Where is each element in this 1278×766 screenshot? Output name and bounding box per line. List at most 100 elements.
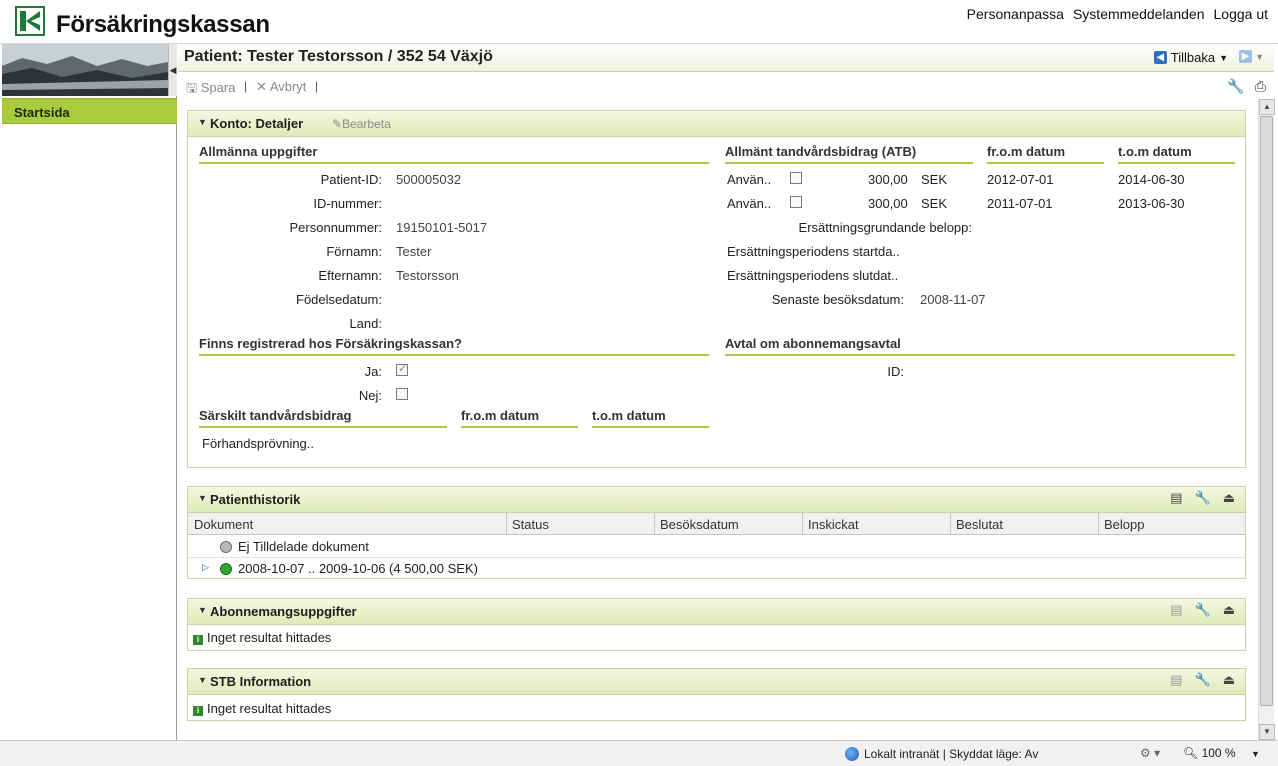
stb-info-panel: ▼ STB Information ▤ 🔧 ⏏ i Inget resultat … xyxy=(187,668,1246,721)
patient-id-label: Patient-ID: xyxy=(320,172,382,187)
wrench-icon[interactable]: 🔧 xyxy=(1195,672,1211,688)
scrollbar-thumb[interactable] xyxy=(1260,116,1273,706)
row-label: Ej Tilldelade dokument xyxy=(238,539,369,554)
column-header-visit-date[interactable]: Besöksdatum xyxy=(660,517,739,532)
scroll-down-arrow-icon[interactable]: ▼ xyxy=(1259,724,1275,740)
edit-button[interactable]: ✎Bearbeta xyxy=(332,117,391,131)
column-divider xyxy=(1098,513,1099,535)
column-header-decided[interactable]: Beslutat xyxy=(956,517,1003,532)
column-header-submitted[interactable]: Inskickat xyxy=(808,517,859,532)
collapse-up-icon[interactable]: ⏏ xyxy=(1223,672,1235,688)
vertical-scrollbar[interactable]: ▲ ▼ xyxy=(1258,99,1275,740)
last-visit-value: 2008-11-07 xyxy=(920,292,986,307)
no-result-message: i Inget resultat hittades xyxy=(193,630,331,645)
history-table-header: Dokument Status Besöksdatum Inskickat Be… xyxy=(188,513,1245,535)
collapse-caret-icon[interactable]: ▼ xyxy=(198,675,207,685)
expand-triangle-icon[interactable]: ▷ xyxy=(202,562,209,573)
country-label: Land: xyxy=(349,316,382,331)
atb-row-checkbox[interactable] xyxy=(790,172,802,184)
subscription-panel: ▼ Abonnemangsuppgifter ▤ 🔧 ⏏ i Inget resu… xyxy=(187,598,1246,651)
last-name-value: Testorsson xyxy=(396,268,459,283)
toolbar-divider: | xyxy=(315,79,319,93)
document-icon[interactable]: ▤ xyxy=(1170,490,1182,506)
last-name-label: Efternamn: xyxy=(318,268,382,283)
sidebar: ◀ Startsida xyxy=(2,44,177,740)
atb-row-from: 2012-07-01 xyxy=(987,172,1054,187)
collapse-caret-icon[interactable]: ▼ xyxy=(198,493,207,503)
top-links: Personanpassa Systemmeddelanden Logga ut xyxy=(967,6,1268,22)
registered-yes-label: Ja: xyxy=(364,364,382,379)
cancel-button[interactable]: ✕ Avbryt xyxy=(256,79,306,95)
back-button-label: Tillbaka xyxy=(1170,50,1216,65)
wrench-icon[interactable]: 🔧 xyxy=(1227,78,1244,95)
column-header-amount[interactable]: Belopp xyxy=(1104,517,1144,532)
logo-text: Försäkringskassan xyxy=(56,11,270,38)
subscription-id-label: ID: xyxy=(887,364,904,379)
scroll-up-arrow-icon[interactable]: ▲ xyxy=(1259,99,1275,115)
period-end-label: Ersättningsperiodens slutdat.. xyxy=(727,268,899,283)
chevron-down-icon[interactable]: ▼ xyxy=(1219,53,1228,63)
personal-number-label: Personnummer: xyxy=(289,220,382,235)
stb-from-heading: fr.o.m datum xyxy=(461,408,578,428)
magnifier-icon: 🔍︎ xyxy=(1183,746,1199,760)
history-panel-title: Patienthistorik xyxy=(210,492,301,507)
subscription-panel-header[interactable]: ▼ Abonnemangsuppgifter ▤ 🔧 ⏏ xyxy=(188,599,1245,625)
back-button[interactable]: ◀ Tillbaka ▼ xyxy=(1153,50,1228,65)
print-icon[interactable]: ⎙ xyxy=(1255,78,1266,95)
registered-no-label: Nej: xyxy=(358,388,382,403)
history-panel: ▼ Patienthistorik ▤ 🔧 ⏏ Dokument Status … xyxy=(187,486,1246,579)
document-icon[interactable]: ▤ xyxy=(1170,602,1182,618)
info-icon: i xyxy=(193,635,203,645)
logo-icon xyxy=(15,6,45,36)
table-row[interactable]: ▷ 2008-10-07 .. 2009-10-06 (4 500,00 SEK… xyxy=(188,558,1245,580)
atb-from-heading: fr.o.m datum xyxy=(987,144,1104,164)
registered-section-heading: Finns registrerad hos Försäkringskassan? xyxy=(199,336,709,356)
registered-no-checkbox[interactable] xyxy=(396,388,408,400)
personanpassa-link[interactable]: Personanpassa xyxy=(967,6,1064,22)
atb-row-label: Använ.. xyxy=(727,172,772,187)
stb-info-panel-icons: ▤ 🔧 ⏏ xyxy=(1170,672,1235,688)
atb-row-checkbox[interactable] xyxy=(790,196,802,208)
sidebar-item-startsida[interactable]: Startsida xyxy=(2,98,177,124)
column-header-status[interactable]: Status xyxy=(512,517,549,532)
konto-panel-title: Konto: Detaljer xyxy=(210,116,304,131)
column-divider xyxy=(950,513,951,535)
info-icon: i xyxy=(193,706,203,716)
atb-to-heading: t.o.m datum xyxy=(1118,144,1235,164)
wrench-icon[interactable]: 🔧 xyxy=(1195,602,1211,618)
collapse-caret-icon[interactable]: ▼ xyxy=(198,605,207,615)
atb-row-amount: 300,00 xyxy=(868,172,908,187)
status-green-icon xyxy=(220,563,232,575)
history-panel-header[interactable]: ▼ Patienthistorik ▤ 🔧 ⏏ xyxy=(188,487,1245,513)
column-header-document[interactable]: Dokument xyxy=(194,517,253,532)
chevron-down-icon[interactable]: ▼ xyxy=(1251,749,1260,759)
zoom-control[interactable]: 🔍︎ 100 % ▼ xyxy=(1183,746,1260,760)
registered-yes-checkbox[interactable] xyxy=(396,362,408,376)
security-settings-icon[interactable]: ⚙ ▾ xyxy=(1140,746,1160,760)
subscription-agreement-heading: Avtal om abonnemangsavtal xyxy=(725,336,1235,356)
save-button-label: Spara xyxy=(200,80,236,95)
table-row-cell: 2008-10-07 .. 2009-10-06 (4 500,00 SEK) xyxy=(220,561,478,576)
general-section-heading: Allmänna uppgifter xyxy=(199,144,709,164)
save-button[interactable]: 🖫 Spara xyxy=(186,79,235,101)
chevron-down-icon[interactable]: ▼ xyxy=(1255,52,1264,62)
stb-info-panel-header[interactable]: ▼ STB Information ▤ 🔧 ⏏ xyxy=(188,669,1245,695)
security-zone-text: Lokalt intranät | Skyddat läge: Av xyxy=(864,747,1039,761)
collapse-up-icon[interactable]: ⏏ xyxy=(1223,490,1235,506)
toolbar-right: 🔧 ⎙ xyxy=(1227,78,1266,95)
browser-statusbar: Lokalt intranät | Skyddat läge: Av ⚙ ▾ 🔍… xyxy=(0,740,1278,766)
systemmeddelanden-link[interactable]: Systemmeddelanden xyxy=(1073,6,1205,22)
close-icon: ✕ xyxy=(256,79,267,94)
collapse-caret-icon[interactable]: ▼ xyxy=(198,117,207,127)
logout-link[interactable]: Logga ut xyxy=(1214,6,1269,22)
atb-row-amount: 300,00 xyxy=(868,196,908,211)
forward-button[interactable]: ▶ ▼ xyxy=(1239,50,1264,63)
wrench-icon[interactable]: 🔧 xyxy=(1195,490,1211,506)
patient-id-value: 500005032 xyxy=(396,172,462,187)
table-row[interactable]: Ej Tilldelade dokument xyxy=(188,536,1245,558)
konto-panel-header[interactable]: ▼ Konto: Detaljer ✎Bearbeta xyxy=(188,111,1245,137)
sidebar-collapse-handle[interactable]: ◀ xyxy=(168,44,177,96)
document-icon[interactable]: ▤ xyxy=(1170,672,1182,688)
collapse-up-icon[interactable]: ⏏ xyxy=(1223,602,1235,618)
column-divider xyxy=(802,513,803,535)
